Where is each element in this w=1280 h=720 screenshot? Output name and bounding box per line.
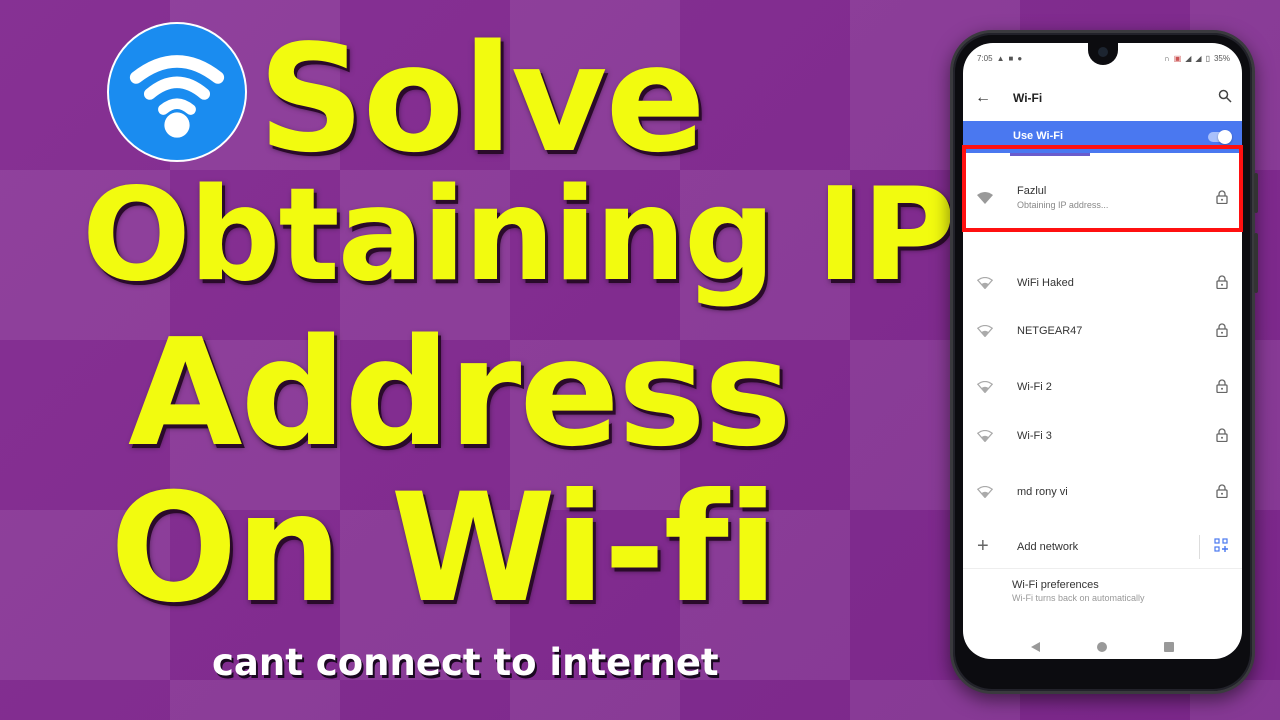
- headline-line-1: Solve: [258, 13, 706, 185]
- signal-icon: ◢: [1195, 53, 1202, 63]
- wifi-signal-icon: [976, 429, 994, 447]
- phone-screen: 7:05 ▲ ■ ● ∩ ▣ ◢ ◢ ▯ 35% ← Wi-Fi Use Wi-…: [963, 43, 1242, 659]
- signal-icon: ◢: [1185, 53, 1192, 63]
- use-wifi-label: Use Wi-Fi: [1013, 130, 1064, 142]
- nav-back-icon[interactable]: [1031, 642, 1041, 652]
- lock-icon: [1216, 428, 1228, 447]
- wifi-signal-icon: [976, 380, 994, 398]
- network-name: Wi-Fi 2: [1017, 381, 1052, 393]
- battery-level: 35%: [1213, 53, 1230, 63]
- headline-line-4: On Wi-fi: [110, 462, 778, 636]
- plus-icon: +: [977, 535, 989, 557]
- headline-line-2: Obtaining IP: [82, 161, 956, 310]
- network-row[interactable]: WiFi Haked: [963, 263, 1242, 303]
- page-title: Wi-Fi: [1013, 91, 1043, 105]
- headline-line-3: Address: [128, 307, 792, 479]
- wifi-signal-icon: [976, 324, 994, 342]
- wifi-signal-icon: [976, 276, 994, 294]
- warning-icon: ▲: [996, 53, 1005, 63]
- system-nav-bar: [963, 635, 1242, 659]
- wifi-preferences-title: Wi-Fi preferences: [1012, 579, 1099, 591]
- network-name: Wi-Fi 3: [1017, 430, 1052, 442]
- network-name: WiFi Haked: [1017, 277, 1074, 289]
- arrow-left-icon[interactable]: ←: [975, 89, 991, 107]
- wifi-icon: [129, 55, 225, 138]
- headset-icon: ∩: [1163, 53, 1170, 63]
- subline: cant connect to internet: [212, 641, 719, 684]
- network-row[interactable]: md rony vi: [963, 472, 1242, 512]
- network-name: md rony vi: [1017, 486, 1068, 498]
- wifi-preferences-row[interactable]: Wi-Fi preferences Wi-Fi turns back on au…: [963, 571, 1242, 607]
- network-row[interactable]: Wi-Fi 3: [963, 416, 1242, 456]
- lock-icon: [1216, 484, 1228, 503]
- video-icon: ■: [1008, 53, 1014, 63]
- search-icon[interactable]: [1218, 89, 1232, 108]
- wifi-logo: [107, 22, 247, 162]
- network-row[interactable]: NETGEAR47: [963, 311, 1242, 351]
- network-row[interactable]: Wi-Fi 2: [963, 367, 1242, 407]
- battery-icon: ▯: [1205, 53, 1210, 63]
- add-network-label: Add network: [1017, 541, 1079, 553]
- power-button: [1254, 233, 1258, 293]
- volume-button: [1254, 173, 1258, 213]
- app-bar: ← Wi-Fi: [963, 79, 1242, 119]
- lock-icon: [1216, 323, 1228, 342]
- divider: [1199, 535, 1200, 559]
- use-wifi-switch[interactable]: [1208, 130, 1232, 144]
- qr-scan-icon[interactable]: [1214, 538, 1228, 557]
- status-bar: 7:05 ▲ ■ ● ∩ ▣ ◢ ◢ ▯ 35%: [977, 52, 1230, 64]
- add-network-row[interactable]: + Add network: [963, 527, 1242, 569]
- status-time: 7:05: [977, 53, 993, 63]
- lock-icon: [1216, 275, 1228, 294]
- nav-home-icon[interactable]: [1096, 642, 1107, 652]
- wifi-preferences-subtitle: Wi-Fi turns back on automatically: [1012, 593, 1145, 603]
- wifi-signal-icon: [976, 485, 994, 503]
- cast-icon: ▣: [1173, 53, 1182, 63]
- phone-mockup: 7:05 ▲ ■ ● ∩ ▣ ◢ ◢ ▯ 35% ← Wi-Fi Use Wi-…: [950, 30, 1258, 694]
- highlight-box: [962, 145, 1243, 232]
- nav-recents-icon[interactable]: [1163, 642, 1174, 652]
- lock-icon: [1216, 379, 1228, 398]
- dot-icon: ●: [1017, 53, 1023, 63]
- network-name: NETGEAR47: [1017, 325, 1083, 337]
